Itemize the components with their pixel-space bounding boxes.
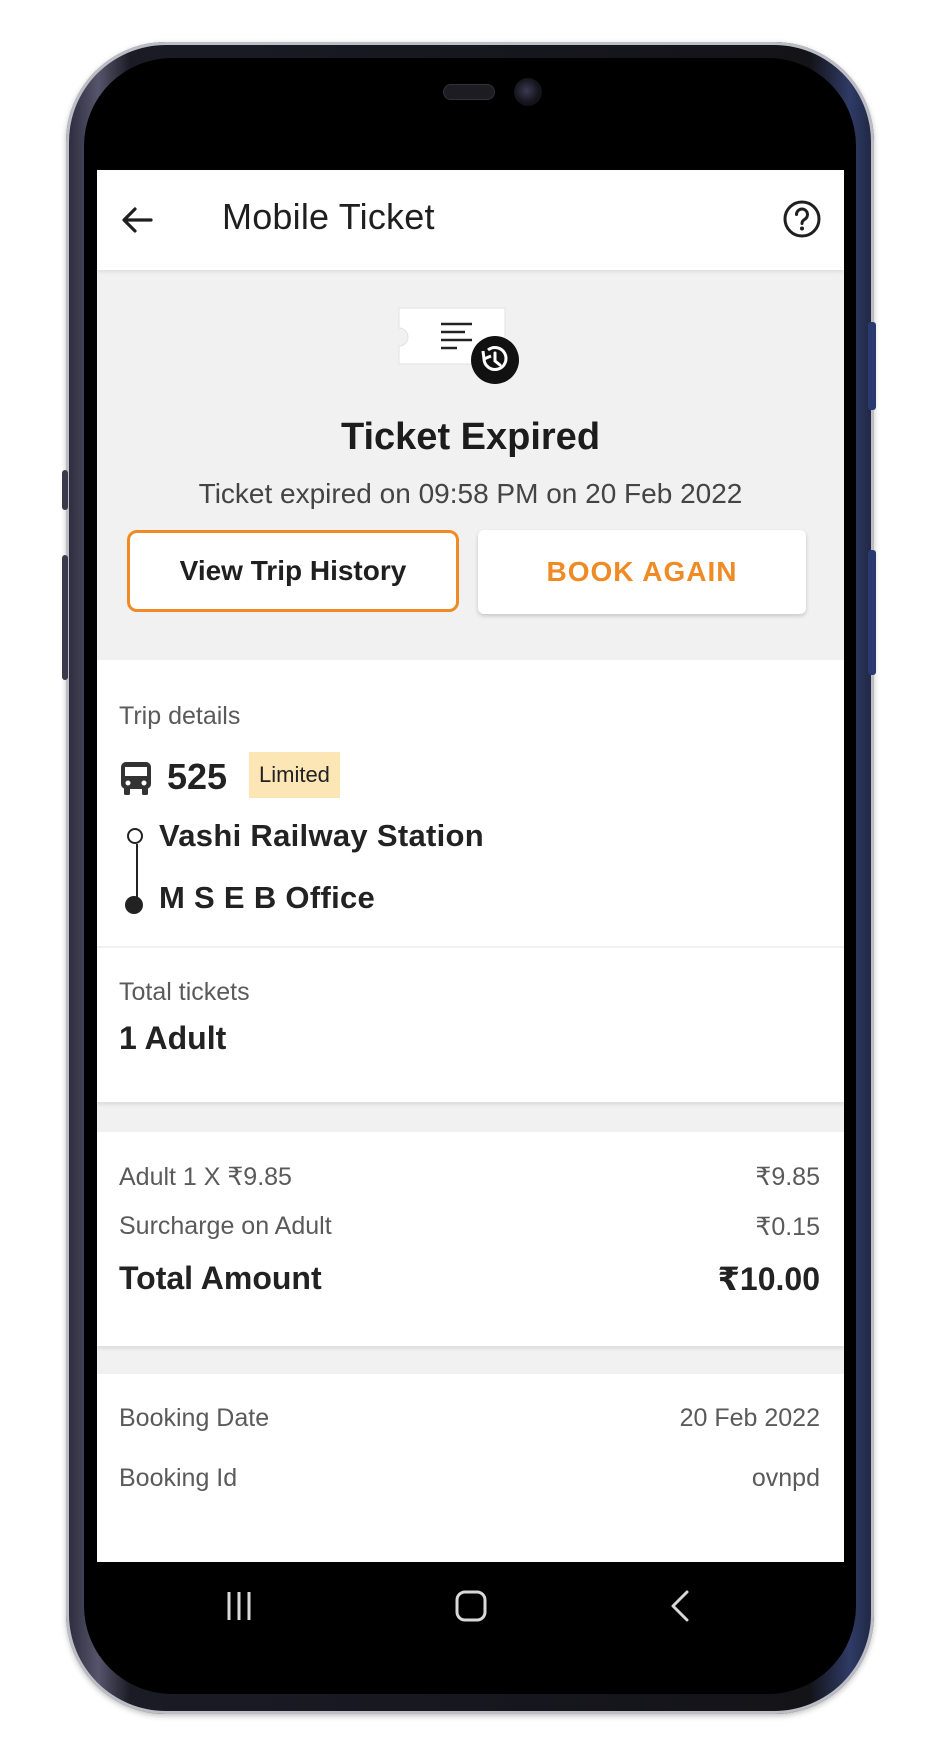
total-amount-label: Total Amount — [119, 1260, 322, 1296]
route-connector-line — [136, 844, 138, 900]
expired-title: Ticket Expired — [340, 416, 601, 458]
system-nav-bar — [97, 1562, 844, 1648]
booking-info-card: Booking Date 20 Feb 2022 Booking Id ovnp… — [97, 1374, 844, 1562]
booking-id-value: ovnpd — [751, 1464, 820, 1492]
bus-icon — [119, 760, 153, 796]
book-again-button[interactable]: BOOK AGAIN — [478, 530, 806, 614]
adult-fare-value: ₹9.85 — [755, 1163, 820, 1191]
total-amount-value: ₹10.00 — [717, 1261, 820, 1297]
expired-status-section: Ticket Expired Ticket expired on 09:58 P… — [97, 270, 844, 658]
speaker-grille — [443, 84, 495, 100]
page-title: Mobile Ticket — [222, 196, 435, 237]
surcharge-value: ₹0.15 — [755, 1213, 820, 1241]
view-trip-history-button[interactable]: View Trip History — [127, 530, 459, 612]
route-number: 525 — [167, 756, 228, 797]
trip-details-label: Trip details — [119, 702, 241, 730]
expired-subtitle: Ticket expired on 09:58 PM on 20 Feb 202… — [198, 478, 743, 509]
front-camera — [514, 78, 542, 106]
trip-details-card: Trip details 525 Limited Vashi Railway S… — [97, 660, 844, 946]
total-tickets-value: 1 Adult — [119, 1020, 227, 1056]
total-tickets-label: Total tickets — [119, 978, 250, 1006]
adult-fare-label: Adult 1 X ₹9.85 — [119, 1163, 292, 1191]
booking-id-label: Booking Id — [119, 1464, 238, 1492]
help-circle-icon[interactable] — [781, 198, 823, 240]
origin-stop: Vashi Railway Station — [159, 818, 485, 853]
booking-date-label: Booking Date — [119, 1404, 270, 1432]
arrow-left-icon[interactable] — [117, 200, 157, 240]
app-bar: Mobile Ticket — [97, 170, 844, 270]
phone-side-button — [62, 555, 68, 680]
fare-breakdown-card: Adult 1 X ₹9.85 ₹9.85 Surcharge on Adult… — [97, 1132, 844, 1346]
phone-side-button — [62, 470, 68, 510]
booking-date-value: 20 Feb 2022 — [679, 1404, 820, 1432]
app-screen: Mobile Ticket Ticket Expired Ticket expi… — [97, 170, 844, 1562]
phone-side-button — [868, 550, 876, 675]
destination-stop-marker — [125, 896, 143, 914]
surcharge-label: Surcharge on Adult — [119, 1212, 332, 1240]
route-type-badge: Limited — [249, 752, 340, 798]
destination-stop: M S E B Office — [159, 880, 376, 915]
nav-back-icon[interactable] — [659, 1584, 703, 1628]
home-icon[interactable] — [449, 1584, 493, 1628]
ticket-history-icon — [397, 304, 537, 394]
origin-stop-marker — [127, 828, 143, 844]
total-tickets-card: Total tickets 1 Adult — [97, 948, 844, 1102]
recents-icon[interactable] — [217, 1584, 261, 1628]
phone-side-button — [868, 322, 876, 410]
